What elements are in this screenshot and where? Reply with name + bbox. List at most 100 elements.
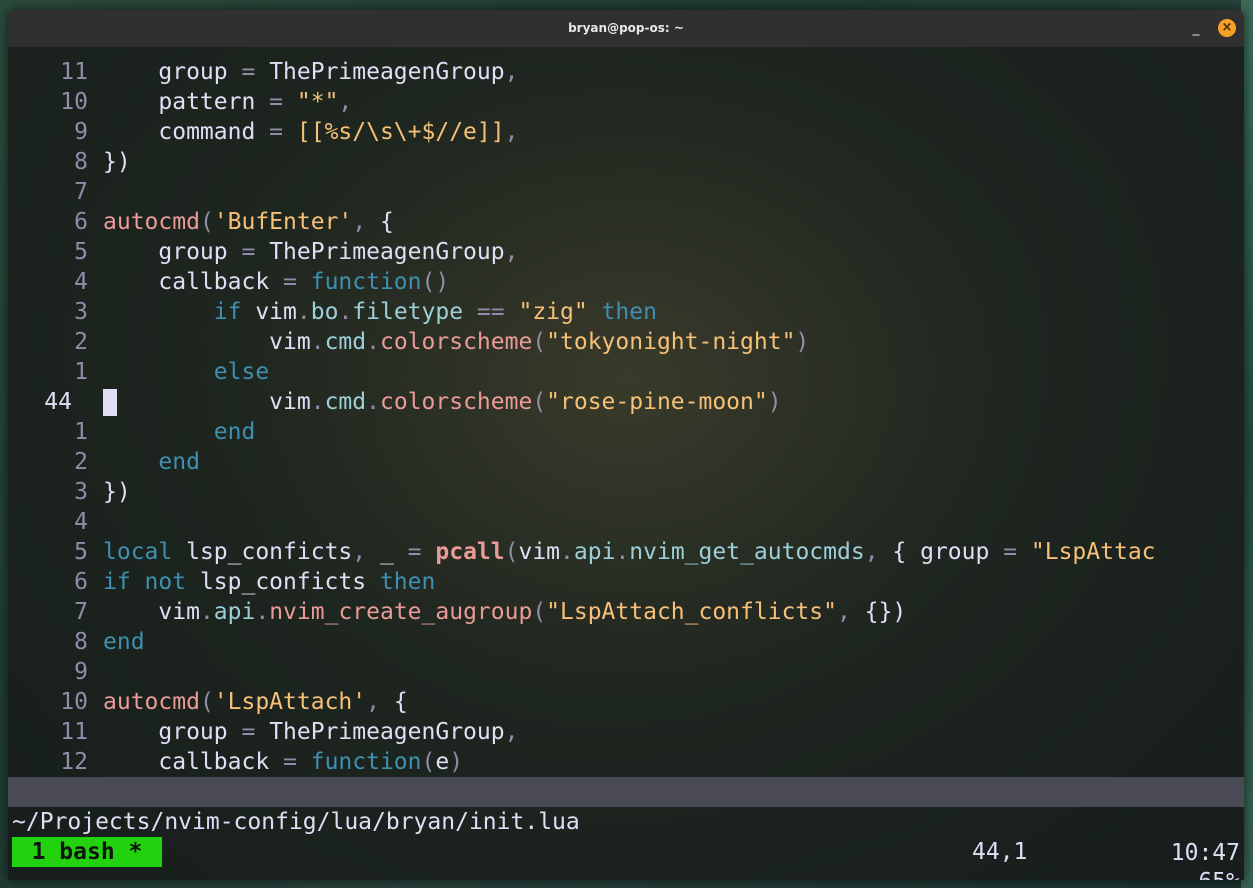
editor-line[interactable]: 44 vim.cmd.colorscheme("rose-pine-moon") xyxy=(8,387,1244,417)
line-text: command = [[%s/\s\+$//e]], xyxy=(103,117,518,147)
code-token: , xyxy=(504,239,519,265)
code-token: . xyxy=(296,299,311,325)
code-token: end xyxy=(103,449,200,475)
code-token: end xyxy=(103,629,145,655)
editor-line[interactable]: 9 xyxy=(8,657,1244,687)
code-token: end xyxy=(103,419,256,445)
editor-buffer[interactable]: 11 group = ThePrimeagenGroup, 10 pattern … xyxy=(8,57,1244,777)
line-number: 7 xyxy=(74,599,88,625)
code-token: cmd xyxy=(324,329,367,355)
minimize-button[interactable]: _ xyxy=(1187,19,1205,37)
statusline-file-path: ~/Projects/nvim-config/lua/bryan/init.lu… xyxy=(12,809,580,835)
code-token: api xyxy=(573,539,616,565)
tmux-clock: 10:47 xyxy=(1170,840,1240,866)
editor-line[interactable]: 3}) xyxy=(8,477,1244,507)
code-token: ThePrimeagenGroup xyxy=(269,719,505,745)
editor-line[interactable]: 4 xyxy=(8,507,1244,537)
code-token: ThePrimeagenGroup xyxy=(269,59,505,85)
code-token: nvim_get_autocmds xyxy=(629,539,865,565)
editor-line[interactable]: 8 end xyxy=(8,627,1244,657)
editor-line[interactable]: 5 group = ThePrimeagenGroup, xyxy=(8,237,1244,267)
code-token: ( xyxy=(532,599,547,625)
code-token: ( xyxy=(532,389,547,415)
line-number: 5 xyxy=(74,539,88,565)
code-token: . xyxy=(310,329,325,355)
code-token: if xyxy=(103,569,145,595)
editor-line[interactable]: 2 end xyxy=(8,447,1244,477)
code-token: vim xyxy=(255,299,297,325)
editor-line[interactable]: 9 command = [[%s/\s\+$//e]], xyxy=(8,117,1244,147)
code-token: autocmd xyxy=(103,689,200,715)
code-token: callback xyxy=(103,269,284,295)
line-number: 1 xyxy=(74,419,88,445)
editor-line[interactable]: 12 callback = function(e) xyxy=(8,747,1244,777)
code-token: . xyxy=(560,539,574,565)
code-token: "tokyonight-night" xyxy=(546,329,796,355)
editor-line[interactable]: 10 pattern = "*", xyxy=(8,87,1244,117)
line-number: 44 xyxy=(44,389,72,415)
code-token: ( xyxy=(504,539,519,565)
code-token: ( xyxy=(421,749,436,775)
close-button[interactable]: × xyxy=(1218,19,1236,37)
line-text: }) xyxy=(103,147,131,177)
code-token: , xyxy=(352,209,380,235)
editor-line[interactable]: 7 xyxy=(8,177,1244,207)
editor-line[interactable]: 3 if vim.bo.filetype == "zig" then xyxy=(8,297,1244,327)
line-number: 3 xyxy=(74,479,88,505)
code-token: vim xyxy=(103,329,311,355)
editor-line[interactable]: 5 local lsp_conficts, _ = pcall(vim.api.n… xyxy=(8,537,1244,567)
line-text: end xyxy=(103,417,256,447)
editor-line[interactable]: 8}) xyxy=(8,147,1244,177)
code-token: { group xyxy=(892,539,1004,565)
tmux-status-bar: 1 bash * 10:47 xyxy=(8,837,1244,869)
code-token: vim xyxy=(103,389,311,415)
editor-line[interactable]: 2 vim.cmd.colorscheme("tokyonight-night"… xyxy=(8,327,1244,357)
code-token: . xyxy=(366,389,380,415)
code-token: , xyxy=(836,599,865,625)
editor-line[interactable]: 11 group = ThePrimeagenGroup, xyxy=(8,717,1244,747)
code-token: ) xyxy=(767,389,782,415)
code-token: , xyxy=(504,59,519,85)
line-number: 1 xyxy=(74,359,88,385)
code-token: , xyxy=(504,719,519,745)
code-token: group xyxy=(103,719,242,745)
line-number: 10 xyxy=(60,89,88,115)
line-number: 12 xyxy=(60,749,88,775)
line-text: if vim.bo.filetype == "zig" then xyxy=(103,297,657,327)
code-token: = xyxy=(241,719,270,745)
code-token: command xyxy=(103,119,270,145)
tmux-window-tab[interactable]: 1 bash * xyxy=(12,837,162,867)
code-token: }) xyxy=(103,149,131,175)
code-token: lsp_conficts xyxy=(199,569,380,595)
line-number: 4 xyxy=(74,509,88,535)
code-token: = xyxy=(283,269,311,295)
code-token: 'LspAttach' xyxy=(213,689,367,715)
editor-line[interactable]: 11 group = ThePrimeagenGroup, xyxy=(8,57,1244,87)
editor-line[interactable]: 1 end xyxy=(8,417,1244,447)
terminal-area[interactable]: 11 group = ThePrimeagenGroup, 10 pattern … xyxy=(8,47,1244,880)
code-token: == xyxy=(476,299,519,325)
line-number: 4 xyxy=(74,269,88,295)
editor-line[interactable]: 7 vim.api.nvim_create_augroup("LspAttach… xyxy=(8,597,1244,627)
line-number: 6 xyxy=(74,209,88,235)
code-token: then xyxy=(601,299,657,325)
code-token: , xyxy=(352,539,380,565)
line-number: 2 xyxy=(74,329,88,355)
editor-line[interactable]: 10 autocmd('LspAttach', { xyxy=(8,687,1244,717)
title-bar[interactable]: bryan@pop-os: ~ _ × xyxy=(8,10,1244,47)
editor-line[interactable]: 6 if not lsp_conficts then xyxy=(8,567,1244,597)
code-token: then xyxy=(379,569,436,595)
line-text: vim.cmd.colorscheme("rose-pine-moon") xyxy=(103,387,782,417)
code-token: , xyxy=(504,119,519,145)
editor-line[interactable]: 1 else xyxy=(8,357,1244,387)
code-token: vim xyxy=(518,539,561,565)
code-token: not xyxy=(144,569,200,595)
line-number: 10 xyxy=(60,689,88,715)
editor-line[interactable]: 6 autocmd('BufEnter', { xyxy=(8,207,1244,237)
line-number: 6 xyxy=(74,569,88,595)
code-token: e xyxy=(435,749,450,775)
editor-line[interactable]: 4 callback = function() xyxy=(8,267,1244,297)
line-text: vim.cmd.colorscheme("tokyonight-night") xyxy=(103,327,809,357)
code-token: local xyxy=(103,539,187,565)
code-token: colorscheme xyxy=(379,389,533,415)
